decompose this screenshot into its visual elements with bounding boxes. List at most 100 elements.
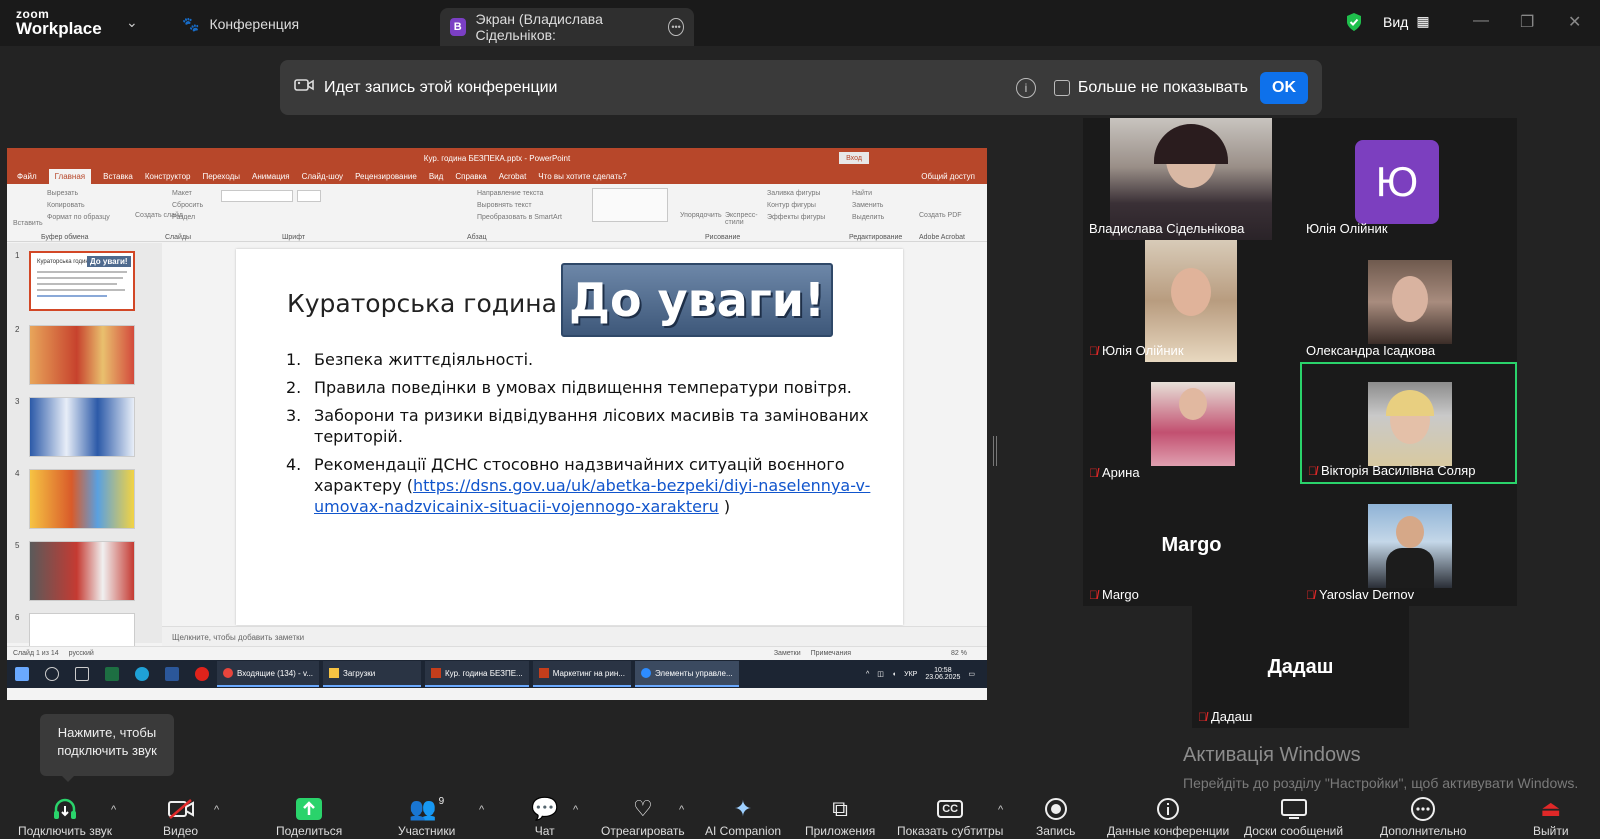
ribbon-find[interactable]: Найти xyxy=(852,190,872,197)
ribbon-copy[interactable]: Копировать xyxy=(47,202,85,209)
shapes-gallery[interactable] xyxy=(592,188,668,222)
apps-button[interactable]: ⧉ Приложения xyxy=(805,796,875,838)
ppt-signin-button[interactable]: Вход xyxy=(839,152,869,164)
ribbon-text-direction[interactable]: Направление текста xyxy=(477,190,543,197)
video-button[interactable]: Видео xyxy=(163,796,198,838)
task-view-icon[interactable] xyxy=(75,667,89,681)
slide-thumbnail-5[interactable] xyxy=(29,541,135,601)
tray-chevron-icon[interactable]: ^ xyxy=(866,671,869,678)
audio-options-caret[interactable]: ^ xyxy=(111,804,116,816)
tray-clock[interactable]: 10:58 23.06.2025 xyxy=(925,667,960,681)
react-button[interactable]: ♡ Отреагировать xyxy=(601,796,685,838)
ribbon-select[interactable]: Выделить xyxy=(852,214,884,221)
dont-show-checkbox[interactable] xyxy=(1053,79,1070,96)
chat-button[interactable]: 💬 Чат xyxy=(531,796,558,838)
more-options-icon[interactable]: ••• xyxy=(668,18,684,36)
ppt-menu-item[interactable]: Переходы xyxy=(202,172,240,181)
font-name-input[interactable] xyxy=(221,190,293,202)
ribbon-section[interactable]: Раздел xyxy=(172,214,195,221)
meeting-info-button[interactable]: Данные конференции xyxy=(1107,796,1229,838)
info-icon[interactable]: i xyxy=(1015,77,1036,98)
windows-start-icon[interactable] xyxy=(15,667,29,681)
ribbon-shape-outline[interactable]: Контур фигуры xyxy=(767,202,816,209)
chat-options-caret[interactable]: ^ xyxy=(573,804,578,816)
ok-button[interactable]: OK xyxy=(1260,71,1308,104)
ppt-menu-item[interactable]: Рецензирование xyxy=(355,172,417,181)
dont-show-label[interactable]: Больше не показывать xyxy=(1078,79,1248,97)
ai-companion-button[interactable]: ✦ AI Companion xyxy=(705,796,781,838)
captions-button[interactable]: CC Показать субтитры xyxy=(897,796,1003,838)
shield-icon[interactable] xyxy=(1345,12,1363,32)
taskbar-app-marketing[interactable]: Маркетинг на рин... xyxy=(532,661,631,687)
join-audio-button[interactable]: Подключить звук xyxy=(18,796,112,838)
opera-icon[interactable] xyxy=(195,667,209,681)
apps-icon: ⧉ xyxy=(832,796,848,821)
ribbon-reset[interactable]: Сбросить xyxy=(172,202,203,209)
video-options-caret[interactable]: ^ xyxy=(214,804,219,816)
ribbon-smartart[interactable]: Преобразовать в SmartArt xyxy=(477,214,562,221)
ppt-menu-item[interactable]: Анимация xyxy=(252,172,290,181)
taskbar-app-controls[interactable]: Элементы управле... xyxy=(634,661,739,687)
tab-shared-screen[interactable]: B Экран (Владислава Сідельніков: ••• xyxy=(440,8,694,46)
ribbon-quick-styles[interactable]: Экспресс-стили xyxy=(725,212,759,226)
slide-thumbnail-1[interactable]: Кураторська година До уваги! xyxy=(29,251,135,311)
search-icon[interactable] xyxy=(45,667,59,681)
ribbon-arrange[interactable]: Упорядочить xyxy=(680,212,722,219)
chevron-down-icon[interactable]: ⌄ xyxy=(126,14,138,31)
ppt-menu-item[interactable]: Файл xyxy=(17,172,37,181)
close-icon[interactable]: ✕ xyxy=(1568,12,1581,32)
leave-button[interactable]: ⏏ Выйти xyxy=(1533,796,1569,838)
ribbon-create-pdf[interactable]: Создать PDF xyxy=(919,212,962,219)
tray-language[interactable]: УКР xyxy=(904,671,917,678)
ribbon-paste[interactable]: Вставить xyxy=(13,220,43,227)
network-icon[interactable]: ◫ xyxy=(877,670,884,678)
notifications-icon[interactable]: ▭ xyxy=(968,670,975,678)
ribbon-align-text[interactable]: Выровнять текст xyxy=(477,202,532,209)
ribbon-format-painter[interactable]: Формат по образцу xyxy=(47,214,110,221)
ppt-menu-item[interactable]: Справка xyxy=(455,172,486,181)
edge-icon[interactable] xyxy=(135,667,149,681)
more-button[interactable]: Дополнительно xyxy=(1380,796,1466,838)
notes-pane[interactable]: Щелкните, чтобы добавить заметки xyxy=(162,626,987,646)
ribbon-cut[interactable]: Вырезать xyxy=(47,190,78,197)
taskbar-app-powerpoint[interactable]: Кур. година БЕЗПЕ... xyxy=(425,661,529,687)
view-button[interactable]: Вид ▦ xyxy=(1383,13,1430,30)
minimize-icon[interactable]: — xyxy=(1473,12,1489,30)
react-options-caret[interactable]: ^ xyxy=(679,804,684,816)
slide-thumbnail-3[interactable] xyxy=(29,397,135,457)
slide-canvas[interactable]: Кураторська година До уваги! 1. Безпека ж… xyxy=(236,249,903,625)
tab-conference[interactable]: 🐾 Конференция xyxy=(172,8,309,40)
slide-thumbnail-2[interactable] xyxy=(29,325,135,385)
ppt-menu-item[interactable]: Слайд-шоу xyxy=(302,172,343,181)
restore-icon[interactable]: ❐ xyxy=(1520,12,1534,32)
taskbar-app-downloads[interactable]: Загрузки xyxy=(323,661,422,687)
comments-toggle[interactable]: Примечания xyxy=(811,650,851,657)
volume-icon[interactable]: ◖ xyxy=(892,671,896,678)
ribbon-layout[interactable]: Макет xyxy=(172,190,192,197)
slide-thumbnail-4[interactable] xyxy=(29,469,135,529)
excel-icon[interactable] xyxy=(105,667,119,681)
ribbon-replace[interactable]: Заменить xyxy=(852,202,883,209)
ppt-menu-item[interactable]: Вид xyxy=(429,172,443,181)
captions-options-caret[interactable]: ^ xyxy=(998,804,1003,816)
ppt-menu-item[interactable]: Acrobat xyxy=(499,172,527,181)
participants-button[interactable]: 👥 9 Участники xyxy=(398,796,455,839)
ribbon-shape-effects[interactable]: Эффекты фигуры xyxy=(767,214,825,221)
notes-toggle[interactable]: Заметки xyxy=(774,650,801,657)
word-icon[interactable] xyxy=(165,667,179,681)
participant-tile-row1: Владислава Сідельнікова Ю Юлія Олійник xyxy=(1083,118,1517,240)
zoom-level[interactable]: 82 % xyxy=(951,650,967,657)
panel-splitter-handle[interactable] xyxy=(993,436,997,466)
whiteboards-button[interactable]: Доски сообщений xyxy=(1244,796,1343,838)
ppt-menu-item-home[interactable]: Главная xyxy=(48,168,92,184)
share-screen-button[interactable]: Поделиться xyxy=(276,796,342,838)
record-button[interactable]: Запись xyxy=(1036,796,1075,838)
ppt-tell-me[interactable]: Что вы хотите сделать? xyxy=(538,172,626,181)
ppt-menu-item[interactable]: Вставка xyxy=(103,172,133,181)
participants-options-caret[interactable]: ^ xyxy=(479,804,484,816)
taskbar-app-inbox[interactable]: Входящие (134) - v... xyxy=(217,661,320,687)
ppt-menu-item[interactable]: Конструктор xyxy=(145,172,191,181)
ribbon-shape-fill[interactable]: Заливка фигуры xyxy=(767,190,820,197)
font-size-input[interactable] xyxy=(297,190,321,202)
ppt-share-button[interactable]: Общий доступ xyxy=(921,172,975,181)
